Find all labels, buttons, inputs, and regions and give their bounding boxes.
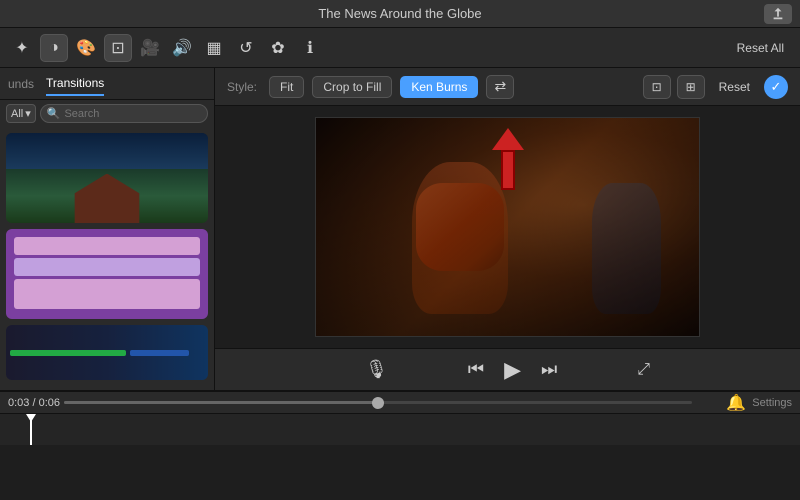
window-title: The News Around the Globe — [318, 6, 481, 21]
noise-icon[interactable]: ✿ — [264, 34, 292, 62]
audio-icon[interactable]: 🔊 — [168, 34, 196, 62]
palette-icon[interactable]: 🎨 — [72, 34, 100, 62]
filter-row: All ▾ 🔍 — [0, 100, 214, 127]
timeline-slider[interactable] — [60, 401, 792, 404]
chevron-down-icon: ▾ — [25, 107, 31, 120]
style-crop-fill-button[interactable]: Crop to Fill — [312, 76, 392, 98]
share-button[interactable] — [764, 4, 792, 24]
settings-button[interactable]: Settings — [752, 397, 792, 409]
skip-forward-button[interactable]: ⏭ — [541, 359, 557, 380]
crop-icon[interactable]: ⊡ — [104, 34, 132, 62]
wand-icon[interactable]: ✦ — [8, 34, 36, 62]
playback-controls: 🎙 ⏮ ▶ ⏭ ⤢ — [215, 348, 800, 390]
transform-icon[interactable]: ⊞ — [677, 75, 705, 99]
volume-icon: 🔔 — [726, 393, 746, 413]
tab-transitions[interactable]: Transitions — [46, 72, 104, 96]
center-panel: Style: Fit Crop to Fill Ken Burns ⇄ ⊡ ⊞ … — [215, 68, 800, 390]
video-preview — [215, 106, 800, 348]
search-input[interactable] — [64, 108, 201, 120]
search-icon: 🔍 — [47, 107, 61, 120]
style-bar: Style: Fit Crop to Fill Ken Burns ⇄ ⊡ ⊞ … — [215, 68, 800, 106]
current-time: 0:03 / 0:06 — [8, 397, 60, 409]
reset-all-button[interactable]: Reset All — [729, 37, 792, 59]
video-frame — [315, 117, 700, 337]
microphone-icon[interactable]: 🎙 — [365, 359, 388, 380]
reset-button[interactable]: Reset — [711, 77, 758, 97]
swap-icon[interactable]: ⇄ — [486, 75, 514, 99]
color-icon[interactable]: ◑ — [40, 34, 68, 62]
video-content — [316, 118, 699, 336]
slider-track — [64, 401, 692, 404]
frame-icon[interactable]: ⊡ — [643, 75, 671, 99]
left-tabs: unds Transitions — [0, 68, 214, 100]
timeline-header: 0:03 / 0:06 🔔 Settings — [0, 392, 800, 414]
stabilize-icon[interactable]: ↺ — [232, 34, 260, 62]
style-label: Style: — [227, 80, 257, 94]
skip-back-button[interactable]: ⏮ — [468, 359, 484, 380]
list-item[interactable] — [6, 133, 208, 223]
slider-thumb[interactable] — [372, 397, 384, 409]
style-ken-burns-button[interactable]: Ken Burns — [400, 76, 478, 98]
tab-sounds[interactable]: unds — [8, 73, 34, 95]
arrow-indicator — [492, 128, 524, 190]
clips-list — [0, 127, 214, 390]
list-item[interactable] — [6, 229, 208, 319]
list-item[interactable] — [6, 325, 208, 380]
camera-icon[interactable]: 🎥 — [136, 34, 164, 62]
play-button[interactable]: ▶ — [504, 357, 521, 383]
slider-fill — [64, 401, 378, 404]
filter-select[interactable]: All ▾ — [6, 104, 36, 123]
timeline-body — [0, 414, 800, 445]
main-layout: unds Transitions All ▾ 🔍 — [0, 68, 800, 390]
search-box[interactable]: 🔍 — [40, 104, 208, 123]
timeline: 0:03 / 0:06 🔔 Settings — [0, 390, 800, 445]
info-icon[interactable]: ℹ — [296, 34, 324, 62]
left-panel: unds Transitions All ▾ 🔍 — [0, 68, 215, 390]
confirm-button[interactable]: ✓ — [764, 75, 788, 99]
title-bar: The News Around the Globe — [0, 0, 800, 28]
playhead — [30, 414, 32, 445]
fullscreen-button[interactable]: ⤢ — [637, 361, 650, 379]
main-toolbar: ✦ ◑ 🎨 ⊡ 🎥 🔊 ▦ ↺ ✿ ℹ Reset All — [0, 28, 800, 68]
style-fit-button[interactable]: Fit — [269, 76, 304, 98]
speed-icon[interactable]: ▦ — [200, 34, 228, 62]
